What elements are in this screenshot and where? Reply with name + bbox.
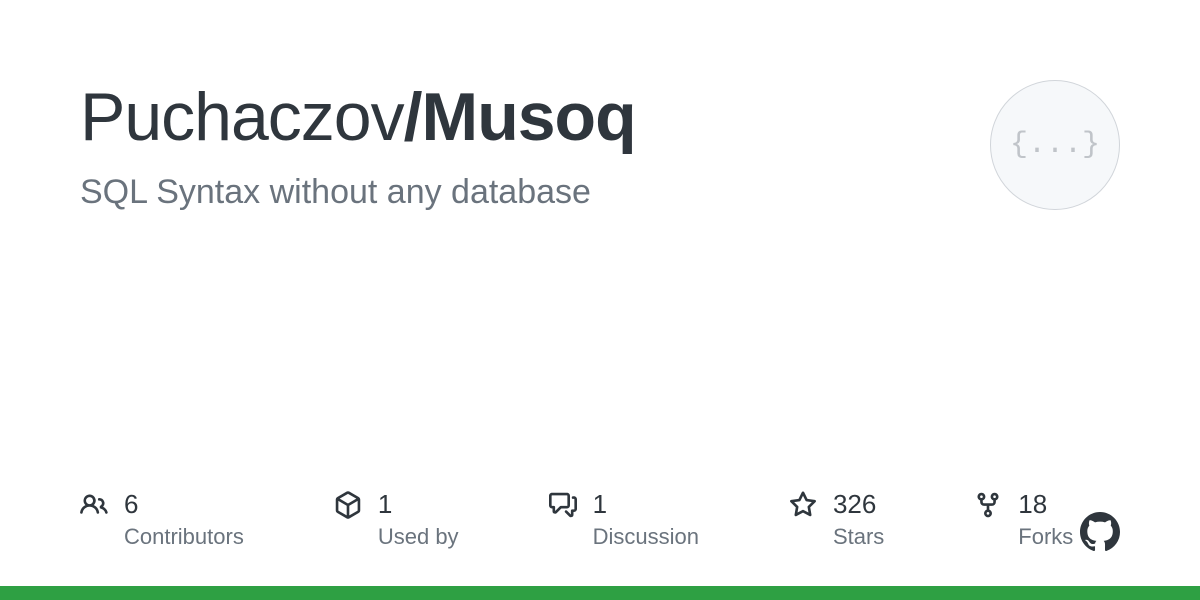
stat-forks: 18 Forks [974,489,1073,550]
contributors-count: 6 [124,489,244,520]
stat-discussions: 1 Discussion [549,489,699,550]
used-by-label: Used by [378,524,459,550]
stars-label: Stars [833,524,884,550]
repo-name: Musoq [422,79,636,155]
github-logo-icon [1080,512,1120,552]
star-icon [789,491,817,519]
repo-owner: Puchaczov [80,79,404,155]
avatar: {...} [990,80,1120,210]
forks-count: 18 [1018,489,1073,520]
stat-stars: 326 Stars [789,489,884,550]
people-icon [80,491,108,519]
stat-used-by: 1 Used by [334,489,459,550]
discussions-label: Discussion [593,524,699,550]
contributors-label: Contributors [124,524,244,550]
repo-description: SQL Syntax without any database [80,173,950,212]
fork-icon [974,491,1002,519]
package-icon [334,491,362,519]
used-by-count: 1 [378,489,459,520]
repo-separator: / [404,79,422,155]
language-bar [0,586,1200,600]
discussion-icon [549,491,577,519]
discussions-count: 1 [593,489,699,520]
avatar-placeholder: {...} [1010,128,1100,162]
stat-contributors: 6 Contributors [80,489,244,550]
forks-label: Forks [1018,524,1073,550]
stars-count: 326 [833,489,884,520]
repo-title: Puchaczov/Musoq [80,80,950,155]
stats-row: 6 Contributors 1 Used by 1 Discussion [80,489,1120,550]
